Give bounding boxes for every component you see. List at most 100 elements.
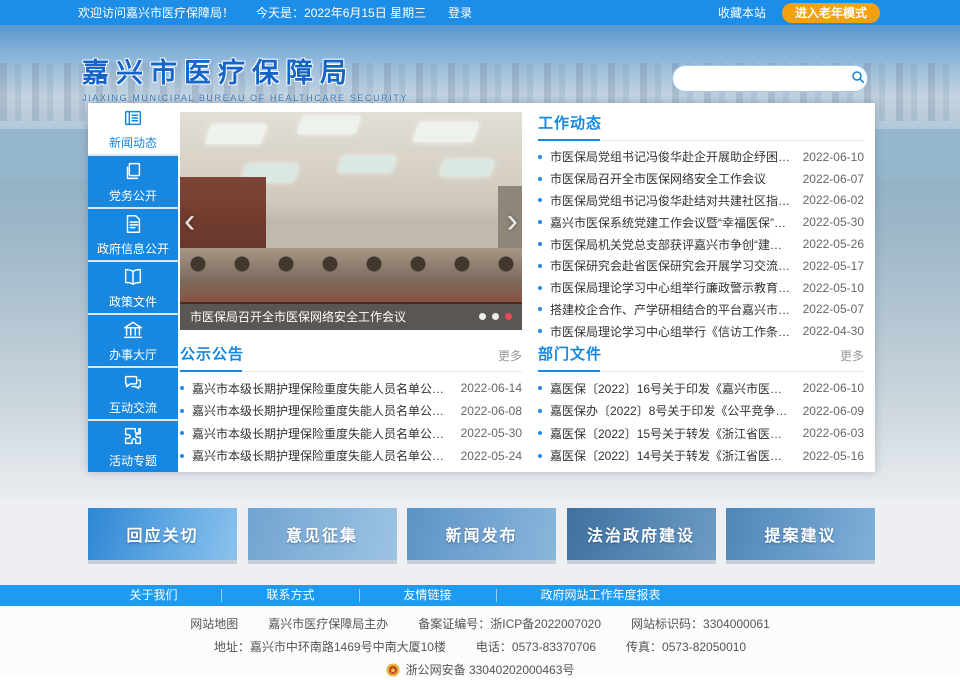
section-work-news-header: 工作动态: [538, 112, 864, 141]
news-item[interactable]: 市医保局理论学习中心组举行廉政警示教育专题学习... 2022-05-10: [538, 277, 864, 299]
photo-light: [413, 122, 479, 142]
site-title: 嘉兴市医疗保障局: [82, 51, 408, 90]
banner-link[interactable]: 新闻发布: [407, 508, 556, 560]
news-item-date: 2022-04-30: [803, 324, 864, 338]
banner-link[interactable]: 提案建议: [726, 508, 875, 560]
favorite-link[interactable]: 收藏本站: [718, 4, 766, 21]
news-item[interactable]: 市医保研究会赴省医保研究会开展学习交流活动 2022-05-17: [538, 255, 864, 277]
news-item[interactable]: 嘉兴市本级长期护理保险重度失能人员名单公示（2... 2022-05-24: [180, 445, 522, 468]
news-item[interactable]: 嘉兴市本级长期护理保险重度失能人员名单公示（2... 2022-05-30: [180, 422, 522, 445]
banner-label: 回应关切: [126, 522, 198, 546]
police-badge-icon: [386, 663, 400, 677]
banner-strip: 回应关切 意见征集 新闻发布 法治政府建设 提案建议: [0, 500, 960, 585]
news-carousel[interactable]: ‹ › 市医保局召开全市医保网络安全工作会议: [180, 112, 522, 330]
news-item[interactable]: 搭建校企合作、产学研相结合的平台嘉兴市长期护理... 2022-05-07: [538, 299, 864, 321]
work-news-list: 市医保局党组书记冯俊华赴企开展助企纾困活动 2022-06-10 市医保局召开全…: [538, 146, 864, 342]
sidebar-item[interactable]: 新闻动态: [88, 103, 178, 154]
carousel-dot[interactable]: [492, 313, 499, 320]
sidebar-item-label: 办事大厅: [109, 346, 157, 363]
news-item[interactable]: 市医保局机关党总支部获评嘉兴市争创“建设清廉机... 2022-05-26: [538, 233, 864, 255]
footer-info-item: 嘉兴市医疗保障局主办: [268, 615, 388, 632]
notices-more-link[interactable]: 更多: [498, 347, 522, 364]
news-item-title: 嘉医保〔2022〕15号关于转发《浙江省医疗保...: [550, 425, 793, 442]
carousel-caption[interactable]: 市医保局召开全市医保网络安全工作会议: [190, 308, 469, 325]
news-item-title: 市医保研究会赴省医保研究会开展学习交流活动: [550, 257, 793, 274]
search-button[interactable]: [850, 69, 876, 88]
carousel-next-arrow[interactable]: ›: [507, 204, 518, 238]
news-item-date: 2022-05-26: [803, 237, 864, 251]
document-icon: [122, 213, 144, 235]
sidebar-item[interactable]: 办事大厅: [88, 315, 178, 366]
footer-info-item: 备案证编号：浙ICP备2022007020: [418, 615, 601, 632]
login-link[interactable]: 登录: [448, 4, 472, 21]
puzzle-icon: [122, 425, 144, 447]
topbar: 欢迎访问嘉兴市医疗保障局！ 今天是：2022年6月15日 星期三 登录 收藏本站…: [0, 0, 960, 25]
sidebar-item[interactable]: 政府信息公开: [88, 209, 178, 260]
carousel-dot[interactable]: [505, 313, 512, 320]
news-item[interactable]: 市医保局理论学习中心组举行《信访工作条例》专题... 2022-04-30: [538, 320, 864, 342]
pages-icon: [122, 160, 144, 182]
topbar-left: 欢迎访问嘉兴市医疗保障局！ 今天是：2022年6月15日 星期三 登录: [78, 4, 472, 21]
search-icon: [850, 69, 866, 88]
news-item-date: 2022-06-03: [803, 426, 864, 440]
footer-info: 网站地图 嘉兴市医疗保障局主办 备案证编号：浙ICP备2022007020 网站…: [0, 606, 960, 678]
carousel-dot[interactable]: [479, 313, 486, 320]
news-item[interactable]: 市医保局召开全市医保网络安全工作会议 2022-06-07: [538, 168, 864, 190]
sidebar-item[interactable]: 党务公开: [88, 156, 178, 207]
security-record-text[interactable]: 浙公网安备 33040202000463号: [406, 661, 575, 678]
news-item-date: 2022-06-02: [803, 193, 864, 207]
news-item[interactable]: 市医保局党组书记冯俊华赴企开展助企纾困活动 2022-06-10: [538, 146, 864, 168]
footer-line-2: 地址：嘉兴市中环南路1469号中南大厦10楼 电话：0573-83370706 …: [0, 638, 960, 655]
footer-info-item: 电话：0573-83370706: [476, 638, 596, 655]
book-icon: [122, 266, 144, 288]
footer-nav-item[interactable]: 政府网站工作年度报表: [496, 589, 705, 602]
banner-link[interactable]: 法治政府建设: [567, 508, 716, 560]
news-item[interactable]: 嘉兴市本级长期护理保险重度失能人员名单公示（2... 2022-06-14: [180, 377, 522, 400]
elder-mode-button[interactable]: 进入老年模式: [782, 3, 880, 23]
news-item[interactable]: 嘉兴市医保系统党建工作会议暨“幸福医保”党建联... 2022-05-30: [538, 211, 864, 233]
footer-nav-item[interactable]: 联系方式: [221, 589, 358, 602]
banner-link[interactable]: 回应关切: [88, 508, 237, 560]
sidebar-item-label: 党务公开: [109, 187, 157, 204]
dept-files-more-link[interactable]: 更多: [840, 347, 864, 364]
section-dept-files: 部门文件 更多 嘉医保〔2022〕16号关于印发《嘉兴市医疗保... 2022-…: [538, 343, 864, 467]
banner-label: 意见征集: [286, 522, 358, 546]
news-item-title: 嘉兴市本级长期护理保险重度失能人员名单公示（2...: [192, 380, 451, 397]
sidebar-item-label: 活动专题: [109, 452, 157, 469]
chat-icon: [122, 372, 144, 394]
banner-link[interactable]: 意见征集: [248, 508, 397, 560]
main-content-panel: 新闻动态 党务公开 政府信息公开 政策文件 办事大厅: [88, 103, 875, 472]
sidebar-item-label: 政府信息公开: [97, 240, 169, 257]
news-item-date: 2022-06-09: [803, 404, 864, 418]
news-item[interactable]: 嘉医保〔2022〕14号关于转发《浙江省医疗保... 2022-05-16: [538, 445, 864, 468]
news-item[interactable]: 嘉医保〔2022〕15号关于转发《浙江省医疗保... 2022-06-03: [538, 422, 864, 445]
news-item-title: 嘉医保办〔2022〕8号关于印发《公平竞争审查...: [550, 402, 793, 419]
carousel-prev-arrow[interactable]: ‹: [184, 204, 195, 238]
news-item-title: 市医保局党组书记冯俊华赴结对共建社区指导全国文...: [550, 192, 793, 209]
news-item[interactable]: 嘉医保办〔2022〕8号关于印发《公平竞争审查... 2022-06-09: [538, 400, 864, 423]
sidebar-item[interactable]: 活动专题: [88, 421, 178, 472]
news-item-date: 2022-05-10: [803, 281, 864, 295]
news-item[interactable]: 市医保局党组书记冯俊华赴结对共建社区指导全国文... 2022-06-02: [538, 190, 864, 212]
banner-label: 提案建议: [764, 522, 836, 546]
news-item-title: 嘉兴市本级长期护理保险重度失能人员名单公示（2...: [192, 447, 451, 464]
site-subtitle: JIAXING MUNICIPAL BUREAU OF HEALTHCARE S…: [82, 93, 408, 103]
search-input[interactable]: [673, 72, 850, 86]
footer-nav-item[interactable]: 友情链接: [359, 589, 496, 602]
news-item[interactable]: 嘉医保〔2022〕16号关于印发《嘉兴市医疗保... 2022-06-10: [538, 377, 864, 400]
footer-nav-item[interactable]: 关于我们: [85, 589, 221, 602]
news-item[interactable]: 嘉兴市本级长期护理保险重度失能人员名单公示（2... 2022-06-08: [180, 400, 522, 423]
notices-list: 嘉兴市本级长期护理保险重度失能人员名单公示（2... 2022-06-14 嘉兴…: [180, 377, 522, 467]
sidebar-item[interactable]: 互动交流: [88, 368, 178, 419]
section-title: 公示公告: [180, 343, 244, 364]
news-item-date: 2022-06-14: [461, 381, 522, 395]
news-item-title: 市医保局召开全市医保网络安全工作会议: [550, 170, 793, 187]
footer-info-item: 网站地图: [190, 615, 238, 632]
carousel-dots: [479, 313, 512, 320]
banner-label: 法治政府建设: [587, 522, 695, 546]
photo-light: [297, 116, 361, 134]
sidebar-item[interactable]: 政策文件: [88, 262, 178, 313]
news-item-date: 2022-06-10: [803, 150, 864, 164]
sidebar-item-label: 新闻动态: [109, 134, 157, 151]
footer-nav: 关于我们 联系方式 友情链接 政府网站工作年度报表: [0, 585, 960, 606]
